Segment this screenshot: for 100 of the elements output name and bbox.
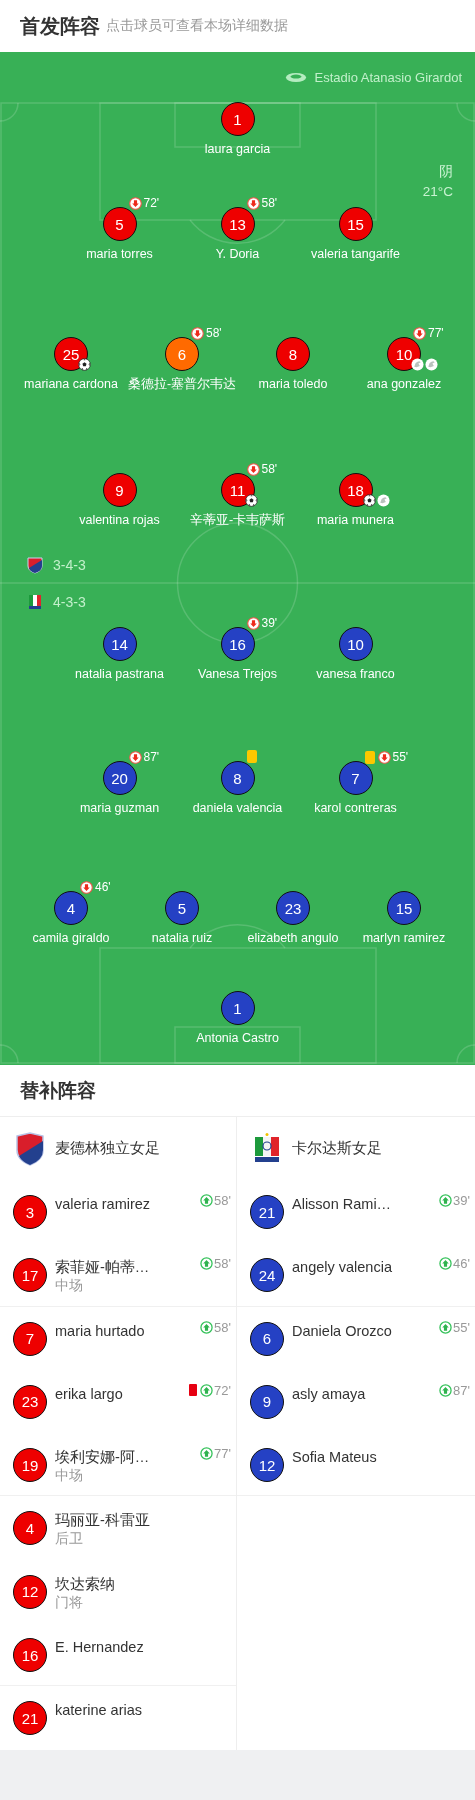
player-position: 门将 [55,1593,84,1612]
player-number[interactable]: 15 [387,891,421,925]
substitution-minute: 58' [214,1256,231,1272]
player-name[interactable]: maria guzman [79,800,160,816]
player-number[interactable]: 15 [338,207,373,241]
player-name[interactable]: camila giraldo [32,930,110,946]
player-name[interactable]: Alisson Rami… [292,1195,392,1213]
player-number[interactable]: 3 [13,1195,47,1229]
player-number[interactable]: 11 [220,473,255,507]
player-name[interactable]: natalia pastrana [75,666,164,682]
player-name[interactable]: asly amaya [292,1384,366,1403]
player-position: 中场 [55,1467,84,1486]
player-number[interactable]: 13 [220,207,255,241]
player-number[interactable]: 18 [338,473,373,507]
player-number[interactable]: 8 [276,337,310,371]
player-name[interactable]: valeria tangarife [311,246,400,262]
player-name[interactable]: laura garcia [204,141,271,157]
substitution-minute: 39' [261,616,278,630]
player-number[interactable]: 7 [13,1321,47,1356]
caution-card-icon [246,750,257,763]
substitution-minute: 58' [206,326,222,340]
player-number[interactable]: 10 [338,627,373,661]
player-name[interactable]: daniela valencia [192,800,283,816]
substitution-minute: 77' [428,326,444,340]
player-number[interactable]: 20 [102,761,137,795]
player-number[interactable]: 5 [102,207,137,241]
substitution-minute: 58' [261,196,278,210]
player-number[interactable]: 12 [13,1574,47,1609]
player-name[interactable]: maria torres [86,246,153,262]
section-title: 首发阵容 [20,13,100,39]
player-number[interactable]: 7 [338,761,373,795]
team-crest-icon [27,593,43,611]
substitution-in-icon [200,1320,214,1334]
player-number[interactable]: 4 [13,1511,47,1546]
player-name[interactable]: 桑德拉-塞普尔韦达 [127,376,237,392]
player-number[interactable]: 8 [220,761,255,795]
player-number[interactable]: 23 [276,891,310,925]
player-number[interactable]: 9 [250,1384,284,1419]
player-name[interactable]: 辛蒂亚-卡韦萨斯 [189,512,286,528]
player-number[interactable]: 16 [220,627,255,661]
player-name[interactable]: E. Hernandez [55,1638,144,1657]
player-name[interactable]: marlyn ramirez [362,930,446,946]
player-name[interactable]: 玛丽亚-科雷亚 [55,1511,150,1530]
player-name[interactable]: 埃利安娜-阿… [55,1448,150,1467]
player-number[interactable]: 1 [220,102,255,136]
player-name[interactable]: maria hurtado [55,1321,145,1340]
substitution-minute: 87' [453,1382,470,1398]
player-name[interactable]: valeria ramirez [55,1195,151,1213]
player-number[interactable]: 9 [102,473,137,507]
player-number[interactable]: 25 [54,337,88,371]
player-name[interactable]: ana gonzalez [366,376,442,392]
substitution-minute: 39' [453,1193,470,1208]
player-name[interactable]: angely valencia [292,1258,392,1277]
substitution-minute: 77' [214,1446,231,1462]
player-name[interactable]: natalia ruiz [151,930,213,946]
player-number[interactable]: 23 [13,1384,47,1419]
player-name[interactable]: Vanesa Trejos [198,666,277,682]
substitution-in-icon [439,1320,453,1334]
player-number[interactable]: 21 [250,1195,284,1229]
player-name[interactable]: karol contreras [314,800,397,816]
player-name[interactable]: 坎达索纳 [55,1574,115,1593]
player-name[interactable]: Daniela Orozco [292,1321,392,1340]
player-number[interactable]: 17 [13,1258,47,1293]
substitution-minute: 58' [214,1193,231,1208]
soccer-ball-icon [362,494,376,507]
player-name[interactable]: erika largo [55,1384,123,1403]
substitution-in-icon [200,1447,214,1461]
player-name[interactable]: maria munera [316,512,395,528]
section-title: 替补阵容 [20,1078,96,1103]
player-number[interactable]: 6 [250,1321,284,1356]
substitution-out-icon [191,326,204,340]
player-number[interactable]: 10 [387,337,421,371]
player-number[interactable]: 4 [54,891,88,925]
player-number[interactable]: 21 [13,1701,47,1736]
substitution-minute: 55' [392,750,409,764]
player-number[interactable]: 24 [250,1258,284,1293]
player-name[interactable]: katerine arias [55,1701,143,1720]
player-name[interactable]: vanesa franco [316,666,395,682]
formation-label: 4-3-3 [53,594,86,610]
substitution-out-icon [128,750,142,764]
player-number[interactable]: 16 [13,1638,47,1673]
player-name[interactable]: Y. Doria [215,246,260,262]
player-number[interactable]: 19 [13,1448,47,1483]
player-name[interactable]: maria toledo [258,376,328,392]
player-name[interactable]: elizabeth angulo [247,930,339,946]
substitution-minute: 87' [143,750,160,764]
player-name[interactable]: mariana cardona [24,376,118,392]
substitution-out-icon [128,196,142,210]
player-name[interactable]: Sofia Mateus [292,1448,377,1467]
player-name[interactable]: valentina rojas [79,512,160,528]
player-name[interactable]: 索菲娅-帕蒂… [55,1258,150,1277]
player-number[interactable]: 6 [165,337,199,371]
stadium-name: Estadio Atanasio Girardot [314,69,462,85]
sending-off-card-icon [189,1384,198,1397]
player-number[interactable]: 14 [102,627,137,661]
player-number[interactable]: 12 [250,1448,284,1483]
player-number[interactable]: 1 [220,991,255,1025]
substitution-minute: 72' [143,196,160,210]
player-number[interactable]: 5 [165,891,199,925]
caution-card-icon [364,750,375,764]
